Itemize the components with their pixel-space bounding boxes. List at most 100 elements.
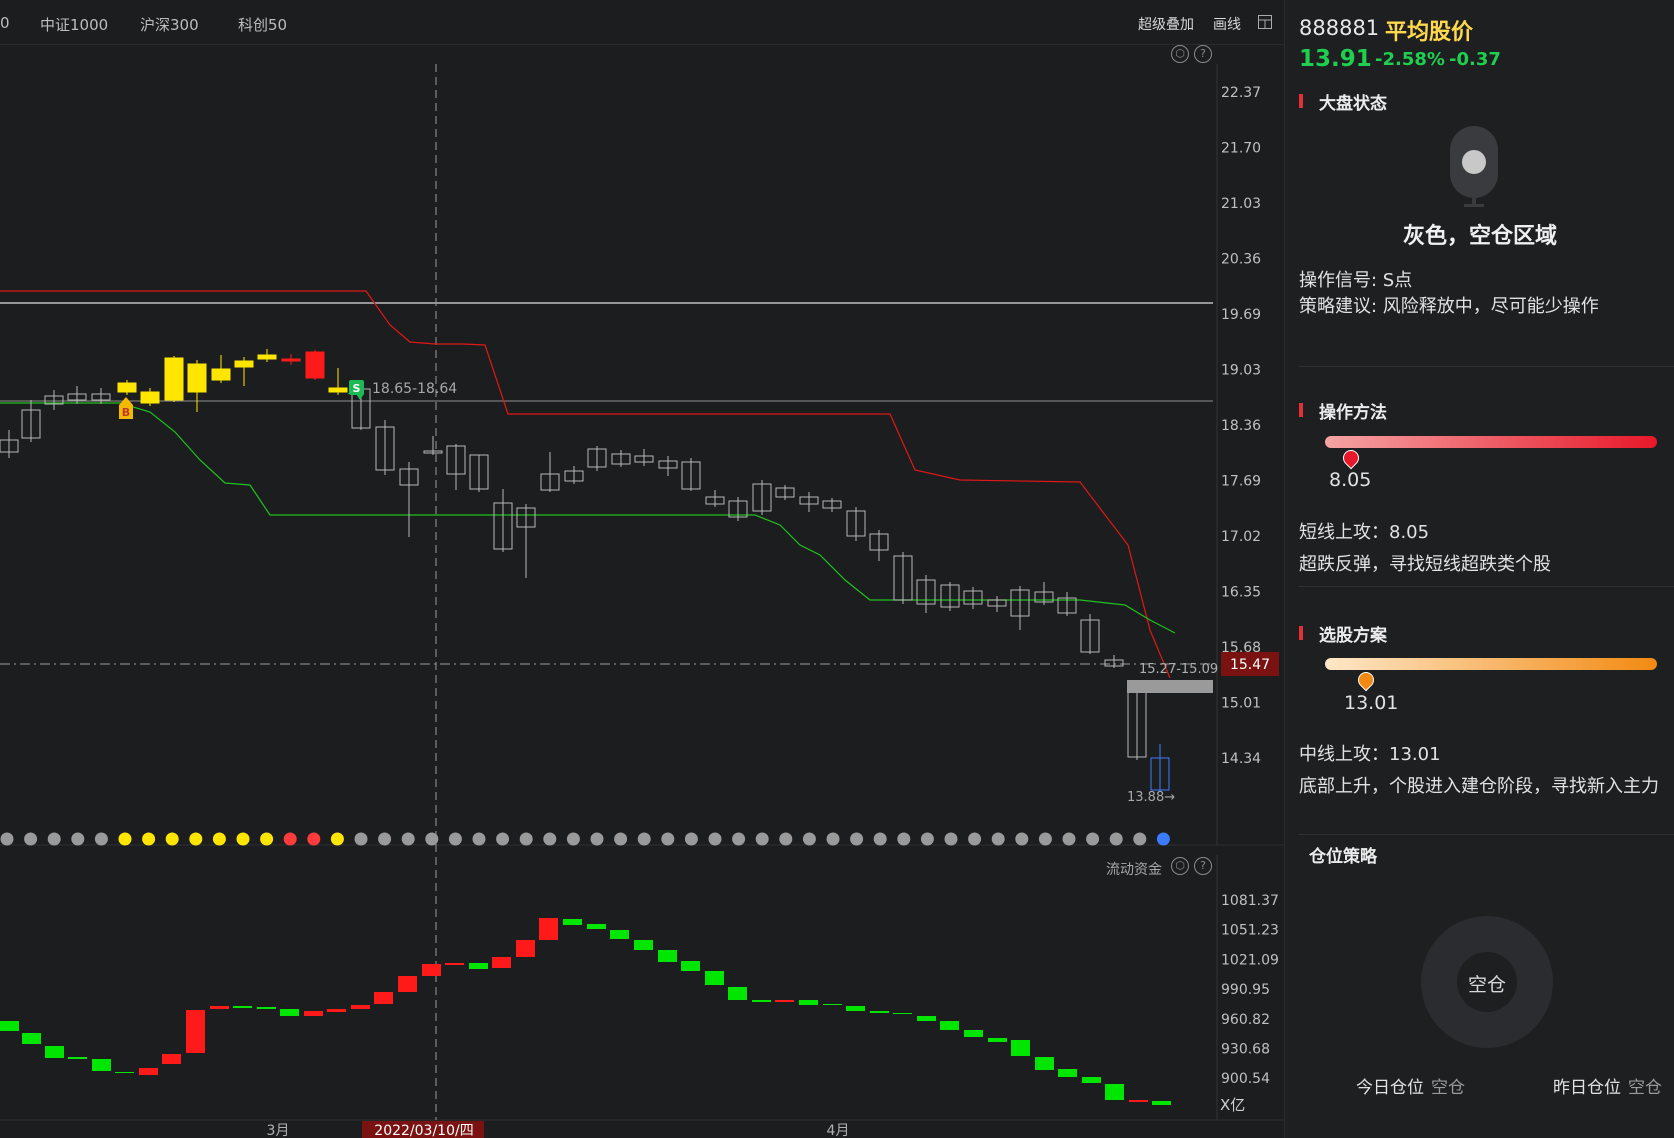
volume-bar	[658, 950, 677, 962]
volume-axis-tick: 960.82	[1221, 1012, 1270, 1028]
yesterday-position-label: 昨日仓位	[1553, 1078, 1621, 1098]
volume-bar	[940, 1021, 959, 1030]
method-gradient-bar	[1325, 436, 1657, 448]
signal-dot	[708, 832, 722, 846]
volume-bar	[115, 1072, 134, 1073]
volume-bar	[162, 1054, 181, 1064]
upper-band-line	[0, 290, 1171, 679]
signal-dot	[755, 832, 769, 846]
signal-dot	[236, 832, 250, 846]
signal-dot	[991, 832, 1005, 846]
operation-signal: 操作信号: S点	[1299, 270, 1413, 291]
volume-axis-tick: 900.54	[1221, 1071, 1270, 1087]
candlestick	[187, 363, 207, 393]
signal-dot	[920, 832, 934, 846]
chart-pane[interactable]: 0 中证1000 沪深300 科创50 超级叠加 画线 ⬡ ? 22.37 21.…	[0, 0, 1284, 1138]
candlestick	[257, 354, 277, 360]
candlestick	[117, 382, 137, 393]
price-axis-tick: 21.70	[1221, 141, 1261, 157]
volume-bar	[92, 1059, 111, 1071]
signal-dot	[661, 832, 675, 846]
price-axis-tick: 17.02	[1221, 529, 1261, 545]
signal-dot	[826, 832, 840, 846]
section-divider	[1299, 586, 1674, 587]
candlestick	[140, 391, 160, 404]
volume-bar	[45, 1046, 64, 1058]
volume-axis-tick: 1081.37	[1221, 893, 1279, 909]
volume-bar	[563, 919, 582, 925]
range-block	[1127, 680, 1213, 693]
volume-bar	[304, 1011, 323, 1016]
price-axis-tick: 19.03	[1221, 363, 1261, 379]
short-term-desc: 超跌反弹，寻找短线超跌类个股	[1299, 554, 1551, 575]
liquidity-fund-title: 流动资金	[1106, 862, 1162, 878]
sell-signal-label: S	[353, 382, 361, 395]
signal-dot	[1038, 832, 1052, 846]
signal-dot	[330, 832, 344, 846]
volume-bar	[752, 1000, 771, 1002]
volume-bar	[398, 976, 417, 992]
signal-dot	[873, 832, 887, 846]
current-price-tag: 15.47	[1230, 657, 1270, 673]
signal-dot	[779, 832, 793, 846]
month-march-label: 3月	[267, 1123, 290, 1138]
volume-bar	[1105, 1084, 1124, 1100]
volume-bar	[374, 992, 393, 1004]
signal-dot	[94, 832, 108, 846]
low-price-label: 13.88→	[1127, 790, 1175, 805]
index-code: 888881	[1299, 16, 1380, 40]
volume-bar	[634, 940, 653, 950]
section-divider	[1299, 834, 1674, 835]
volume-help-icon[interactable]: ?	[1194, 857, 1212, 875]
signal-dot	[260, 832, 274, 846]
signal-dot	[354, 832, 368, 846]
volume-bar	[681, 961, 700, 971]
signal-dot	[684, 832, 698, 846]
signal-dot	[47, 832, 61, 846]
range-label: 15.27-15.09	[1139, 662, 1218, 677]
section-divider	[1299, 366, 1674, 367]
price-axis-tick: 14.34	[1221, 751, 1261, 767]
signal-dot	[378, 832, 392, 846]
signal-dot	[732, 832, 746, 846]
plan-pointer-value: 13.01	[1344, 692, 1399, 714]
price-axis-tick: 15.01	[1221, 696, 1261, 712]
today-position-value: 空仓	[1431, 1078, 1465, 1098]
market-info-panel: 888881 平均股价 13.91 -2.58% -0.37 大盘状态 灰色，空…	[1284, 0, 1674, 1138]
volume-bar	[1152, 1101, 1171, 1105]
candlestick	[305, 351, 325, 379]
volume-bar	[351, 1005, 370, 1009]
volume-bar	[870, 1011, 889, 1013]
volume-bar	[516, 940, 535, 957]
index-abs-change: -0.37	[1449, 49, 1501, 70]
price-axis-tick: 18.36	[1221, 418, 1261, 434]
volume-settings-icon[interactable]: ⬡	[1171, 857, 1189, 875]
volume-bar	[257, 1007, 276, 1009]
volume-bar	[587, 924, 606, 929]
signal-dot	[165, 832, 179, 846]
candlestick	[211, 368, 231, 381]
price-axis-tick: 21.03	[1221, 196, 1261, 212]
price-axis-tick: 22.37	[1221, 85, 1261, 101]
position-gauge: 空仓	[1421, 916, 1553, 1048]
signal-dot	[968, 832, 982, 846]
signal-dot	[496, 832, 510, 846]
signal-dot	[1062, 832, 1076, 846]
volume-bar	[0, 1021, 19, 1031]
volume-bar	[327, 1009, 346, 1012]
volume-bar	[445, 963, 464, 965]
month-april-label: 4月	[827, 1123, 850, 1138]
candlestick	[281, 358, 301, 362]
candlestick-chart[interactable]: 22.37 21.70 21.03 20.36 19.69 19.03 18.36 17.69…	[0, 0, 1284, 1138]
signal-dot	[307, 832, 321, 846]
volume-bar	[1129, 1100, 1148, 1102]
price-axis-tick: 20.36	[1221, 252, 1261, 268]
cursor-date: 2022/03/10/四	[374, 1123, 473, 1138]
buy-signal-label: B	[122, 406, 130, 419]
signal-dot	[0, 832, 14, 846]
position-strategy-title: 仓位策略	[1309, 847, 1377, 867]
signal-dot	[566, 832, 580, 846]
volume-axis-tick: 1021.09	[1221, 952, 1279, 968]
method-pointer-value: 8.05	[1329, 469, 1372, 491]
volume-bar	[775, 1000, 794, 1002]
